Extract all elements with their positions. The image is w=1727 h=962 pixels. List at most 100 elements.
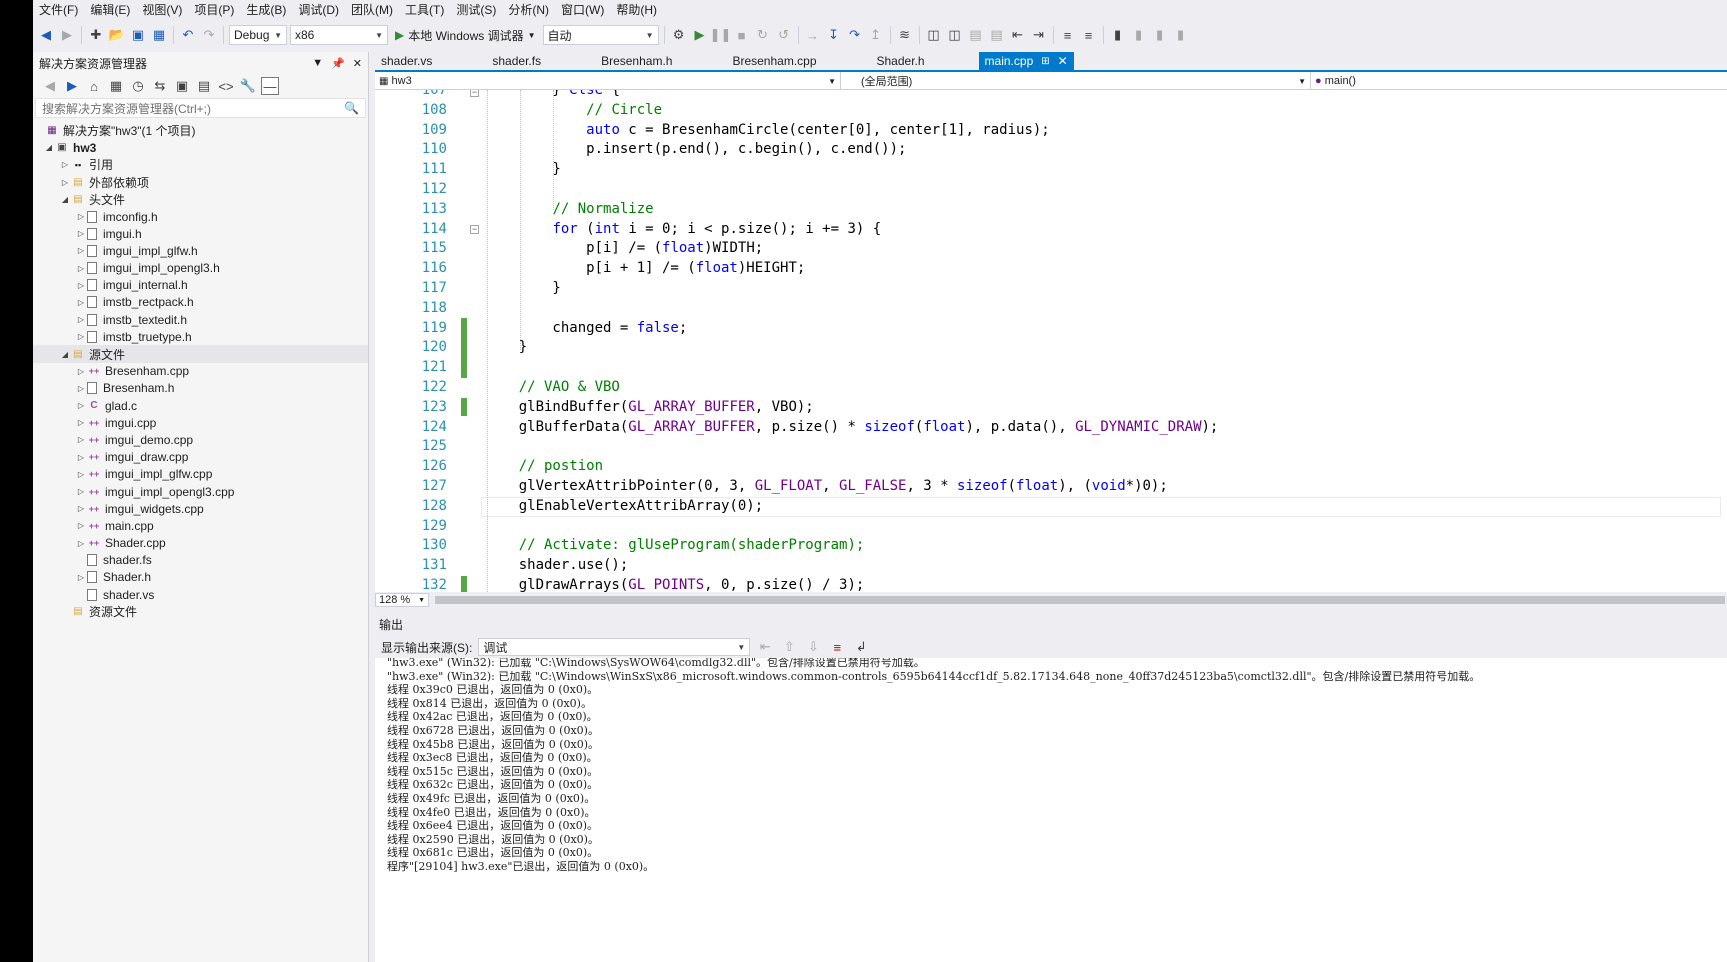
menu-item[interactable]: 测试(S)	[450, 1, 502, 18]
code-line[interactable]: for (int i = 0; i < p.size(); i += 3) {	[485, 221, 881, 237]
tree-item[interactable]: ▷ imgui_impl_glfw.h	[33, 242, 368, 259]
tree-item[interactable]: ▷ Shader.h	[33, 569, 368, 586]
tree-item[interactable]: ▷ imgui_internal.h	[33, 277, 368, 294]
menu-item[interactable]: 生成(B)	[240, 1, 292, 18]
expand-arrow-icon[interactable]: ▷	[75, 487, 87, 496]
clear-bookmarks-icon[interactable]: ▮	[1172, 26, 1190, 44]
collapse-arrow-icon[interactable]: ◢	[43, 143, 55, 152]
tree-item[interactable]: ▷ ++ imgui_demo.cpp	[33, 431, 368, 448]
code-line[interactable]: // Circle	[485, 102, 662, 118]
publish-icon[interactable]: ◫	[946, 26, 964, 44]
menu-item[interactable]: 项目(P)	[188, 1, 240, 18]
code-line[interactable]: p[i + 1] /= (float)HEIGHT;	[485, 260, 805, 276]
next-bookmark-icon[interactable]: ▮	[1151, 26, 1169, 44]
collapse-region-icon[interactable]: −	[470, 90, 479, 97]
expand-arrow-icon[interactable]: ▷	[75, 264, 87, 273]
menu-item[interactable]: 文件(F)	[33, 1, 84, 18]
collapse-arrow-icon[interactable]: ◢	[59, 350, 71, 359]
collapse-all-icon[interactable]: ▣	[173, 77, 191, 95]
show-next-statement-icon[interactable]: →	[804, 26, 822, 44]
project-node[interactable]: ◢ ▣ hw3	[33, 139, 368, 156]
expand-arrow-icon[interactable]: ▷	[75, 453, 87, 462]
back-icon[interactable]: ◀	[41, 77, 59, 95]
expand-arrow-icon[interactable]: ▷	[75, 246, 87, 255]
tab-shader-fs[interactable]: shader.fs	[486, 52, 547, 70]
tree-item[interactable]: ▷ ++ Bresenham.cpp	[33, 363, 368, 380]
menu-item[interactable]: 工具(T)	[399, 1, 450, 18]
pause-icon[interactable]: ❚❚	[710, 26, 732, 44]
solution-config-dropdown[interactable]: 自动 ▼	[542, 25, 659, 45]
tree-item[interactable]: ▷ ▪▪ 引用	[33, 156, 368, 173]
code-line[interactable]: }	[485, 161, 560, 177]
code-line[interactable]: // VAO & VBO	[485, 379, 620, 395]
pin-icon[interactable]: 📌	[331, 57, 345, 70]
menu-item[interactable]: 窗口(W)	[555, 1, 610, 18]
close-icon[interactable]: ✕	[353, 57, 362, 70]
expand-arrow-icon[interactable]: ▷	[75, 504, 87, 513]
uncomment-icon[interactable]: ▤	[988, 26, 1006, 44]
list-members-icon[interactable]: ≡	[1080, 26, 1098, 44]
platform-dropdown[interactable]: x86 ▼	[290, 25, 388, 45]
lifecycle-events-icon[interactable]: ⚙	[670, 26, 688, 44]
expand-arrow-icon[interactable]: ▷	[75, 401, 87, 410]
expand-arrow-icon[interactable]: ▷	[75, 315, 87, 324]
preview-icon[interactable]: —	[261, 77, 279, 95]
show-all-files-icon[interactable]: ▤	[195, 77, 213, 95]
code-line[interactable]: }	[485, 339, 527, 355]
code-line[interactable]: // postion	[485, 458, 603, 474]
restart-icon[interactable]: ↻	[754, 26, 772, 44]
tree-item[interactable]: ▷ ▤ 外部依赖项	[33, 174, 368, 191]
word-wrap-icon[interactable]: ↲	[852, 638, 870, 656]
prev-bookmark-icon[interactable]: ▮	[1130, 26, 1148, 44]
expand-arrow-icon[interactable]: ▷	[59, 178, 71, 187]
view-code-icon[interactable]: <>	[217, 77, 235, 95]
build-icon[interactable]: ◫	[925, 26, 943, 44]
hot-reload-icon[interactable]: ↺	[775, 26, 793, 44]
code-line[interactable]: glBindBuffer(GL_ARRAY_BUFFER, VBO);	[485, 399, 814, 415]
forward-icon[interactable]: ▶	[58, 26, 76, 44]
code-line[interactable]: // Activate: glUseProgram(shaderProgram)…	[485, 537, 865, 553]
code-line[interactable]: // Normalize	[485, 201, 653, 217]
properties-icon[interactable]: 🔧	[239, 77, 257, 95]
prev-message-icon[interactable]: ⇧	[780, 638, 798, 656]
tree-item[interactable]: ▷ Cglad.c	[33, 397, 368, 414]
tree-item[interactable]: ◢ ▤ 源文件	[33, 345, 368, 363]
code-line[interactable]: } else {	[485, 90, 619, 98]
code-line[interactable]: }	[485, 280, 560, 296]
menu-item[interactable]: 团队(M)	[345, 1, 399, 18]
sync-icon[interactable]: ⇆	[151, 77, 169, 95]
code-line[interactable]: glVertexAttribPointer(0, 3, GL_FLOAT, GL…	[485, 478, 1168, 494]
tree-item[interactable]: ▷ imstb_rectpack.h	[33, 294, 368, 311]
output-source-dropdown[interactable]: 调试 ▼	[478, 638, 751, 656]
tree-item[interactable]: ▷ ++ imgui_impl_opengl3.cpp	[33, 483, 368, 500]
code-line[interactable]: p.insert(p.end(), c.begin(), c.end());	[485, 141, 906, 157]
pending-changes-icon[interactable]: ◷	[129, 77, 147, 95]
code-editor[interactable]: − − 107 } else {108 // Circle 109 auto c …	[375, 90, 1727, 592]
tree-item[interactable]: ▷ imconfig.h	[33, 208, 368, 225]
menu-item[interactable]: 分析(N)	[502, 1, 555, 18]
switch-views-icon[interactable]: ▦	[107, 77, 125, 95]
tree-item[interactable]: ▷ ++ main.cpp	[33, 517, 368, 534]
expand-arrow-icon[interactable]: ▷	[75, 298, 87, 307]
stop-icon[interactable]: ■	[733, 26, 751, 44]
close-icon[interactable]: ✕	[1058, 54, 1068, 68]
open-folder-icon[interactable]: 📂	[108, 26, 126, 44]
tab-shader-vs[interactable]: shader.vs	[375, 52, 438, 70]
step-into-icon[interactable]: ↧	[825, 26, 843, 44]
member-dropdown[interactable]: ● main()	[1311, 72, 1727, 90]
format-icon[interactable]: ≡	[1059, 26, 1077, 44]
expand-arrow-icon[interactable]: ▷	[75, 521, 87, 530]
tree-item[interactable]: ▷ imgui_impl_opengl3.h	[33, 260, 368, 277]
tree-item[interactable]: ▷ ++ imgui_draw.cpp	[33, 449, 368, 466]
expand-arrow-icon[interactable]: ▷	[75, 418, 87, 427]
step-over-icon[interactable]: ↷	[846, 26, 864, 44]
find-message-icon[interactable]: ⇤	[756, 638, 774, 656]
expand-arrow-icon[interactable]: ▷	[75, 212, 87, 221]
home-icon[interactable]: ⌂	[85, 77, 103, 95]
collapse-region-icon[interactable]: −	[470, 225, 479, 234]
pin-icon[interactable]: ⊞	[1041, 56, 1049, 67]
menu-item[interactable]: 视图(V)	[136, 1, 188, 18]
forward-icon[interactable]: ▶	[63, 77, 81, 95]
code-line[interactable]: glBufferData(GL_ARRAY_BUFFER, p.size() *…	[485, 419, 1219, 435]
tree-item[interactable]: ◢ ▤ 头文件	[33, 191, 368, 208]
